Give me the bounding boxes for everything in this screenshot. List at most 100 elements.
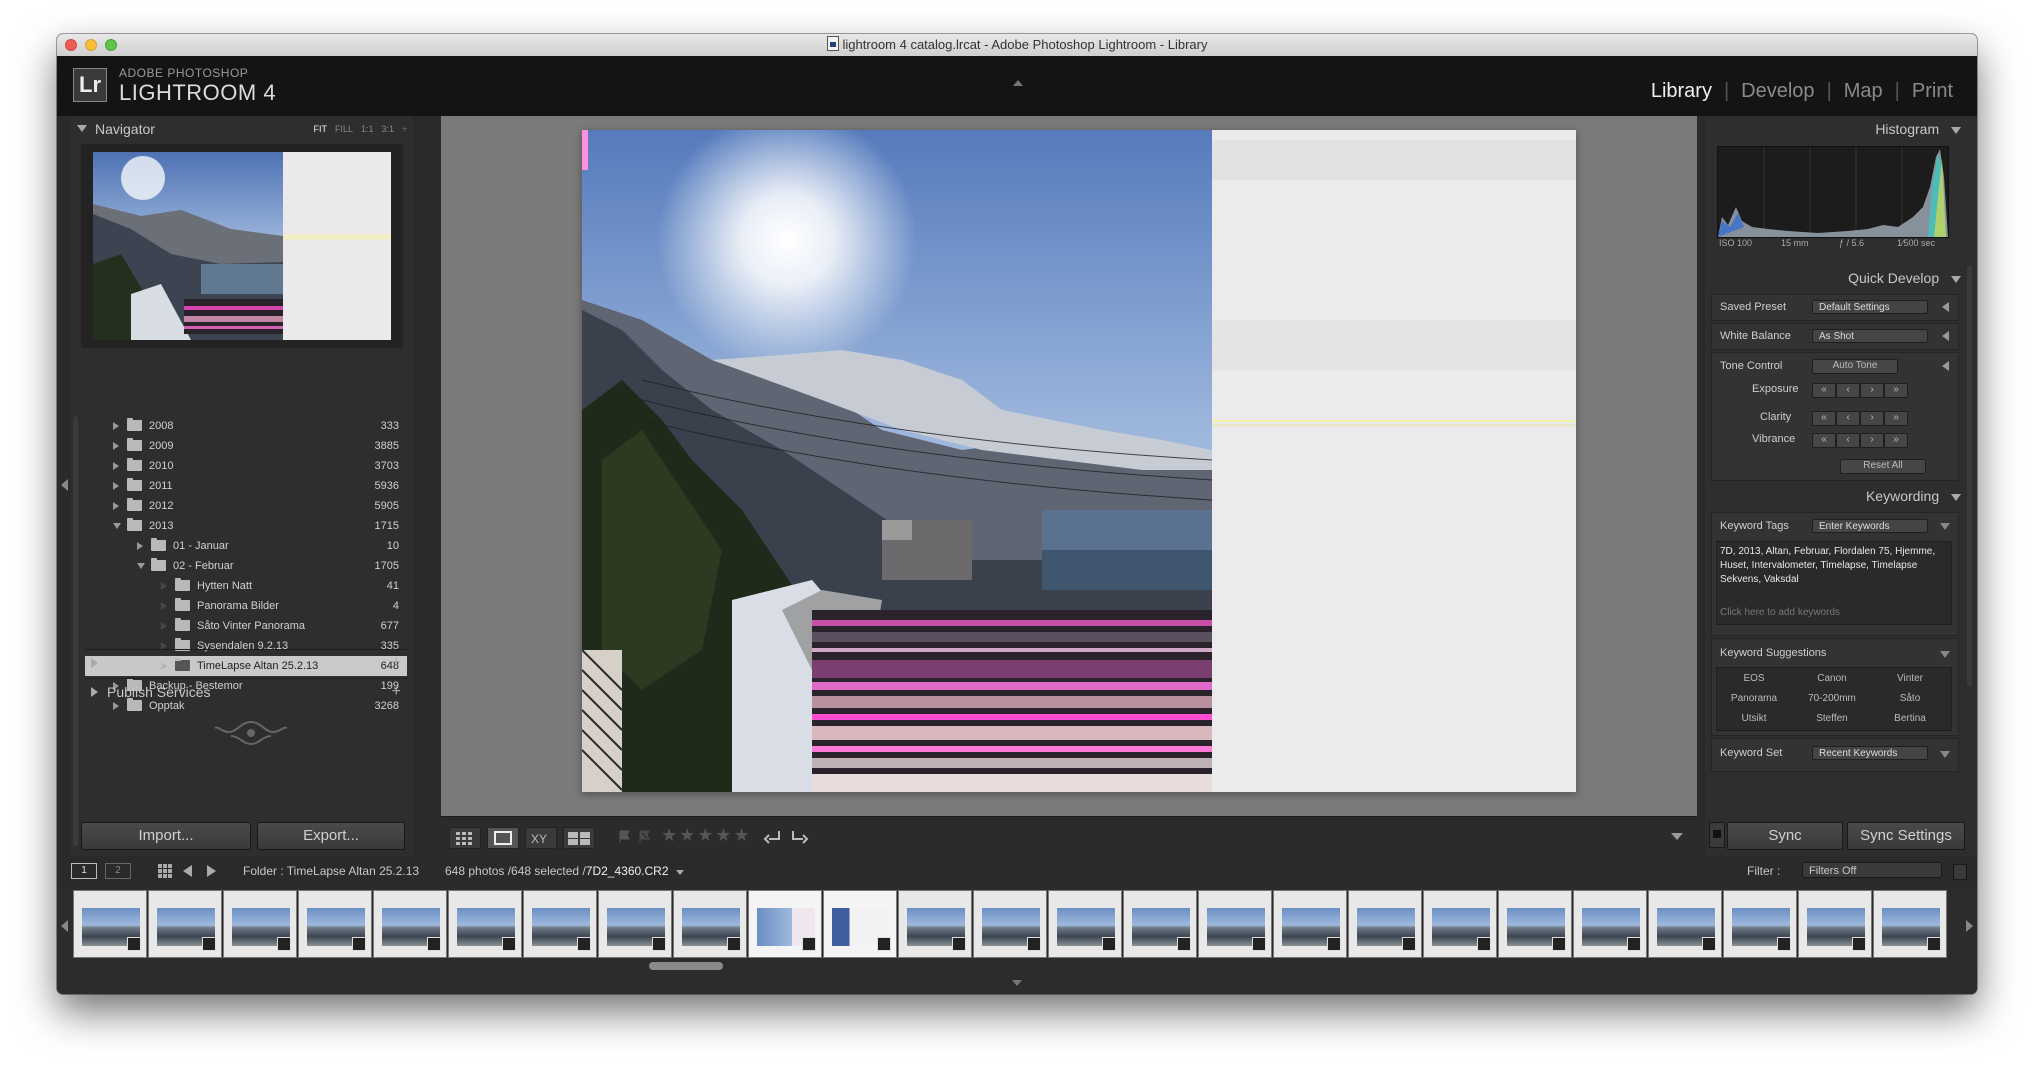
right-panel-scrollbar[interactable] [1967, 266, 1972, 686]
zoom-fit[interactable]: FIT [314, 124, 328, 134]
clarity-decrease-button[interactable]: ‹ [1836, 411, 1860, 426]
filmstrip-thumbnail[interactable] [598, 890, 672, 958]
flag-pick-icon[interactable] [617, 829, 633, 850]
filmstrip-thumbnail[interactable] [1348, 890, 1422, 958]
chevron-down-icon[interactable] [1940, 751, 1950, 758]
folder-row[interactable]: 2009 3885 [85, 436, 407, 456]
filmstrip-scroll-right-icon[interactable] [1966, 920, 1973, 932]
vibrance-decrease-button[interactable]: ‹ [1836, 433, 1860, 448]
publish-services-header[interactable]: Publish Services + [85, 678, 407, 705]
histogram-header[interactable]: Histogram [1875, 121, 1961, 137]
filmstrip-thumbnail[interactable] [1198, 890, 1272, 958]
survey-view-button[interactable] [563, 827, 595, 849]
import-button[interactable]: Import... [81, 822, 251, 850]
collapsed-triangle-icon[interactable] [113, 422, 119, 430]
filmstrip-thumbnail[interactable] [373, 890, 447, 958]
filmstrip-thumbnail[interactable] [1423, 890, 1497, 958]
chevron-down-icon[interactable] [1940, 523, 1950, 530]
module-library[interactable]: Library [1651, 80, 1712, 103]
expand-left-triangle-icon[interactable] [1942, 361, 1949, 371]
filmstrip-thumbnail[interactable] [298, 890, 372, 958]
histogram-chart[interactable] [1717, 146, 1949, 238]
folder-row[interactable]: 2011 5936 [85, 476, 407, 496]
filmstrip-thumbnail[interactable] [1498, 890, 1572, 958]
flag-reject-icon[interactable] [637, 829, 653, 850]
add-keywords-placeholder[interactable]: Click here to add keywords [1720, 607, 1840, 618]
close-window-button[interactable] [65, 39, 77, 51]
collapsed-triangle-icon[interactable] [161, 582, 167, 590]
main-photo[interactable] [582, 130, 1576, 792]
zoom-fill[interactable]: FILL [335, 124, 353, 134]
grid-icon[interactable] [157, 863, 173, 882]
filmstrip-thumbnail[interactable] [1573, 890, 1647, 958]
reset-all-button[interactable]: Reset All [1840, 459, 1926, 474]
secondary-window-button[interactable]: 2 [105, 863, 131, 879]
keyword-suggestion[interactable]: Steffen [1794, 713, 1870, 724]
filmstrip-thumbnail[interactable] [1798, 890, 1872, 958]
quick-develop-header[interactable]: Quick Develop [1848, 270, 1961, 286]
navigator-preview[interactable] [81, 144, 403, 348]
toolbar-content-menu-chevron-down-icon[interactable] [1671, 833, 1683, 840]
clarity-decrease-large-button[interactable]: « [1812, 411, 1836, 426]
filmstrip-thumbnail[interactable] [223, 890, 297, 958]
expanded-triangle-icon[interactable] [137, 563, 145, 569]
module-print[interactable]: Print [1912, 80, 1953, 103]
folder-row[interactable]: 02 - Februar 1705 [85, 556, 407, 576]
filmstrip-thumbnail[interactable] [1723, 890, 1797, 958]
zoom-3-1[interactable]: 3:1 [382, 124, 395, 134]
expanded-triangle-icon[interactable] [113, 523, 121, 529]
collapse-top-panel-arrow-icon[interactable] [1013, 80, 1023, 86]
exposure-decrease-large-button[interactable]: « [1812, 383, 1836, 398]
minimize-window-button[interactable] [85, 39, 97, 51]
collapsed-triangle-icon[interactable] [161, 622, 167, 630]
exposure-increase-button[interactable]: › [1860, 383, 1884, 398]
filmstrip-thumbnail[interactable] [523, 890, 597, 958]
expand-left-triangle-icon[interactable] [1942, 302, 1949, 312]
star-rating[interactable]: ★★★★★ [661, 825, 752, 846]
filmstrip-thumbnail[interactable] [973, 890, 1047, 958]
add-collection-icon[interactable]: + [392, 650, 401, 676]
keyword-suggestion[interactable]: Bertina [1872, 713, 1948, 724]
filter-lock-toggle[interactable] [1953, 864, 1967, 880]
folder-row[interactable]: Panorama Bilder 4 [85, 596, 407, 616]
filmstrip-thumbnail[interactable] [1123, 890, 1197, 958]
filter-select[interactable]: Filters Off [1802, 862, 1942, 878]
filmstrip-thumbnail[interactable] [823, 890, 897, 958]
add-publish-service-icon[interactable]: + [392, 679, 401, 705]
keywording-header[interactable]: Keywording [1866, 488, 1961, 504]
navigator-header[interactable]: Navigator FIT FILL 1:1 3:1 ÷ [71, 116, 413, 142]
keyword-suggestion[interactable]: Vinter [1872, 673, 1948, 684]
keyword-suggestion[interactable]: Canon [1794, 673, 1870, 684]
zoom-1-1[interactable]: 1:1 [361, 124, 374, 134]
collapsed-triangle-icon[interactable] [113, 482, 119, 490]
filmstrip-thumbnail[interactable] [448, 890, 522, 958]
selected-filename[interactable]: 7D2_4360.CR2 [586, 864, 669, 878]
folder-row[interactable]: Hytten Natt 41 [85, 576, 407, 596]
folder-row[interactable]: 2012 5905 [85, 496, 407, 516]
white-balance-select[interactable]: As Shot [1812, 329, 1928, 343]
filmstrip-scrollbar[interactable] [649, 962, 723, 970]
folder-row[interactable]: 2010 3703 [85, 456, 407, 476]
auto-sync-toggle[interactable] [1709, 822, 1725, 848]
filmstrip-thumbnail[interactable] [673, 890, 747, 958]
keyword-suggestion[interactable]: EOS [1716, 673, 1792, 684]
vibrance-increase-large-button[interactable]: » [1884, 433, 1908, 448]
loupe-view[interactable] [441, 116, 1697, 816]
sync-button[interactable]: Sync [1727, 822, 1843, 850]
filmstrip-thumbnail[interactable] [1273, 890, 1347, 958]
filmstrip-thumbnail[interactable] [1648, 890, 1722, 958]
exposure-decrease-button[interactable]: ‹ [1836, 383, 1860, 398]
zoom-window-button[interactable] [105, 39, 117, 51]
collapse-left-panel-arrow-icon[interactable] [61, 479, 68, 491]
keyword-suggestion[interactable]: Utsikt [1716, 713, 1792, 724]
filmstrip-scroll-left-icon[interactable] [61, 920, 68, 932]
collapsed-triangle-icon[interactable] [113, 502, 119, 510]
auto-tone-button[interactable]: Auto Tone [1812, 359, 1898, 374]
rotate-left-icon[interactable] [763, 827, 783, 852]
collections-header[interactable]: Collections + [85, 649, 407, 676]
keyword-suggestion[interactable]: 70-200mm [1794, 693, 1870, 704]
filmstrip-thumbnail[interactable] [73, 890, 147, 958]
left-panel-scrollbar[interactable] [73, 416, 78, 846]
clarity-increase-large-button[interactable]: » [1884, 411, 1908, 426]
filmstrip-thumbnail[interactable] [1048, 890, 1122, 958]
